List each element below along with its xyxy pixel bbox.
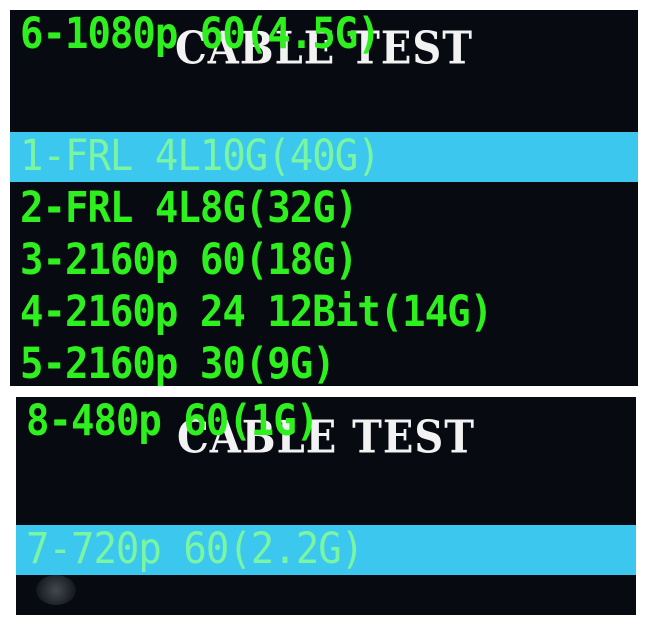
menu-item-label: 8-480p 60(1G): [26, 397, 319, 447]
menu-item-7[interactable]: 7-720p 60(2.2G): [16, 525, 636, 575]
menu-item-label: 4-2160p 24 12Bit(14G): [20, 287, 493, 338]
menu-item-2[interactable]: 2-FRL 4L8G(32G): [10, 184, 638, 234]
menu-item-5[interactable]: 5-2160p 30(9G): [10, 340, 638, 386]
menu-item-6[interactable]: 6-1080p 60(4.5G): [10, 10, 638, 60]
menu-item-label: 1-FRL 4L10G(40G): [20, 131, 381, 182]
menu-item-label: 3-2160p 60(18G): [20, 235, 358, 286]
menu-item-4[interactable]: 4-2160p 24 12Bit(14G): [10, 288, 638, 338]
menu-item-3[interactable]: 3-2160p 60(18G): [10, 236, 638, 286]
menu-item-1[interactable]: 1-FRL 4L10G(40G): [10, 132, 638, 182]
menu-item-label: 2-FRL 4L8G(32G): [20, 183, 358, 234]
menu-item-label: 7-720p 60(2.2G): [26, 524, 364, 575]
menu-item-label: 5-2160p 30(9G): [20, 339, 336, 386]
cable-test-screen-2: CABLE TEST 7-720p 60(2.2G) 8-480p 60(1G): [16, 397, 636, 615]
menu-item-label: 6-1080p 60(4.5G): [20, 10, 381, 60]
cable-test-screen-1: CABLE TEST 1-FRL 4L10G(40G) 2-FRL 4L8G(3…: [10, 10, 638, 386]
screen-glare: [36, 575, 76, 605]
menu-item-8[interactable]: 8-480p 60(1G): [16, 397, 636, 447]
